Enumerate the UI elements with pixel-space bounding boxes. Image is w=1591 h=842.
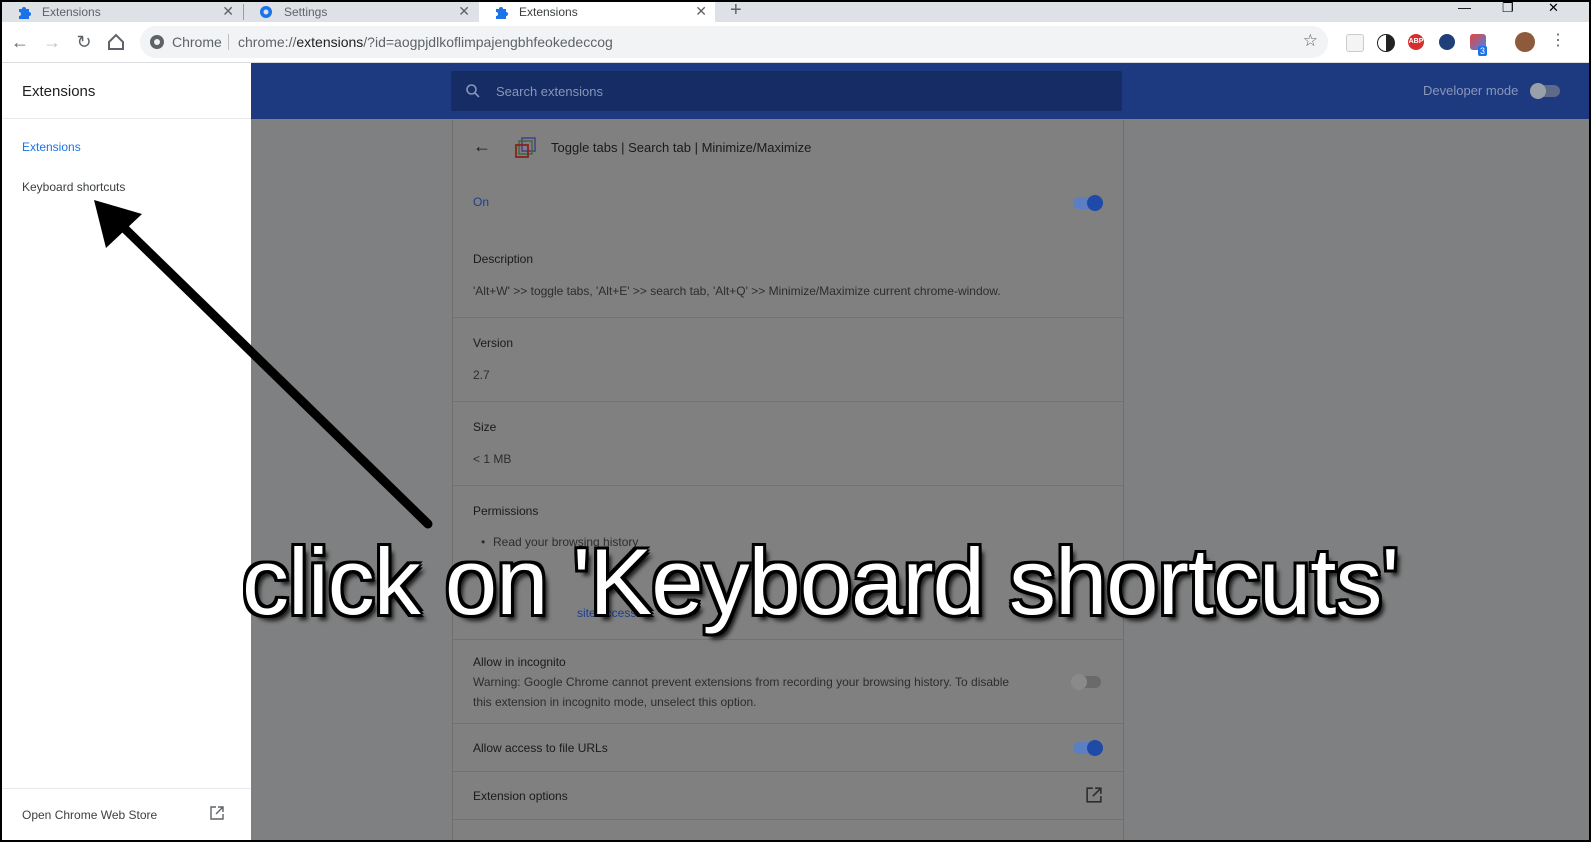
main-content: Search extensions Developer mode ← Toggl… xyxy=(251,63,1589,840)
extension-grid-icon[interactable] xyxy=(1346,34,1364,52)
browser-toolbar: ← → ↻ Chrome chrome://extensions/?id=aog… xyxy=(2,22,1589,63)
open-web-store-link[interactable]: Open Chrome Web Store xyxy=(22,808,157,822)
description-text: 'Alt+W' >> toggle tabs, 'Alt+E' >> searc… xyxy=(473,284,1001,298)
sidebar-title: Extensions xyxy=(22,83,96,100)
section-divider xyxy=(453,639,1123,640)
version-heading: Version xyxy=(473,336,514,350)
section-divider xyxy=(453,485,1123,486)
size-heading: Size xyxy=(473,420,497,434)
extension-c-icon[interactable] xyxy=(1439,34,1455,50)
enabled-label: On xyxy=(473,195,490,209)
tab-extensions-1[interactable]: Extensions ✕ xyxy=(2,2,242,22)
open-in-new-icon[interactable] xyxy=(1086,787,1102,803)
version-value: 2.7 xyxy=(473,368,490,382)
restore-icon[interactable]: ❐ xyxy=(1502,2,1514,16)
tab-label: Extensions xyxy=(42,5,101,19)
size-value: < 1 MB xyxy=(473,452,512,466)
chrome-site-icon xyxy=(150,35,164,49)
search-placeholder: Search extensions xyxy=(496,84,603,99)
menu-kebab-icon[interactable]: ⋮ xyxy=(1550,30,1566,50)
section-divider xyxy=(453,723,1123,724)
site-chip: Chrome xyxy=(172,34,222,50)
incognito-warning-line-2: this extension in incognito mode, unsele… xyxy=(473,695,757,709)
close-tab-icon[interactable]: ✕ xyxy=(222,3,234,20)
open-in-new-icon[interactable] xyxy=(210,806,224,820)
puzzle-icon xyxy=(19,7,31,19)
close-tab-icon[interactable]: ✕ xyxy=(695,3,707,20)
browser-window: Extensions ✕ Settings ✕ Extensions ✕ + —… xyxy=(0,0,1591,842)
extension-detail-card: ← Toggle tabs | Search tab | Minimize/Ma… xyxy=(452,120,1124,840)
tab-extensions-active[interactable]: Extensions ✕ xyxy=(479,2,715,22)
tab-strip: Extensions ✕ Settings ✕ Extensions ✕ + —… xyxy=(2,2,1589,22)
address-bar[interactable]: Chrome chrome://extensions/?id=aogpjdlko… xyxy=(140,26,1328,58)
window-close-icon[interactable]: ✕ xyxy=(1548,2,1559,16)
url-prefix: chrome:// xyxy=(238,34,297,50)
sidebar-divider xyxy=(2,118,251,119)
search-input[interactable]: Search extensions xyxy=(451,71,1122,111)
extension-enabled-toggle[interactable] xyxy=(1073,195,1103,211)
close-tab-icon[interactable]: ✕ xyxy=(458,3,470,20)
file-urls-toggle[interactable] xyxy=(1073,740,1103,756)
section-divider xyxy=(453,401,1123,402)
extensions-header: Search extensions Developer mode xyxy=(251,63,1589,119)
description-heading: Description xyxy=(473,252,534,266)
bookmark-star-icon[interactable]: ☆ xyxy=(1303,31,1318,51)
tab-label: Settings xyxy=(284,5,328,19)
reload-icon[interactable]: ↻ xyxy=(74,32,94,52)
puzzle-icon xyxy=(496,7,508,19)
extension-badge: 3 xyxy=(1478,46,1488,56)
sidebar-item-keyboard-shortcuts[interactable]: Keyboard shortcuts xyxy=(22,180,125,194)
file-urls-heading: Allow access to file URLs xyxy=(473,741,608,755)
tab-settings[interactable]: Settings ✕ xyxy=(244,2,478,22)
adblock-icon[interactable]: ABP xyxy=(1408,34,1424,50)
developer-mode-label: Developer mode xyxy=(1423,83,1519,98)
section-divider xyxy=(453,317,1123,318)
permissions-heading: Permissions xyxy=(473,504,539,518)
extension-name: Toggle tabs | Search tab | Minimize/Maxi… xyxy=(551,140,812,155)
incognito-toggle[interactable] xyxy=(1071,674,1101,690)
minimize-icon[interactable]: — xyxy=(1458,2,1471,15)
omnibox-divider xyxy=(228,34,229,50)
search-icon xyxy=(466,84,480,98)
sidebar-item-extensions[interactable]: Extensions xyxy=(22,140,81,154)
url-text: chrome://extensions/?id=aogpjdlkoflimpaj… xyxy=(238,34,613,50)
home-icon[interactable] xyxy=(106,32,126,52)
url-host: extensions xyxy=(296,34,364,50)
section-divider xyxy=(453,771,1123,772)
annotation-caption: click on 'Keyboard shortcuts' xyxy=(242,529,1399,634)
dark-mode-icon[interactable] xyxy=(1377,34,1395,52)
gear-icon xyxy=(260,6,272,18)
new-tab-icon[interactable]: + xyxy=(730,2,742,22)
extension-options-link[interactable]: Extension options xyxy=(473,789,568,803)
sidebar-divider xyxy=(2,788,251,789)
extension-logo-icon xyxy=(515,137,536,158)
sidebar: Extensions Extensions Keyboard shortcuts… xyxy=(2,63,252,840)
back-arrow-icon[interactable]: ← xyxy=(473,136,491,157)
incognito-heading: Allow in incognito xyxy=(473,655,566,669)
tab-label: Extensions xyxy=(519,5,578,19)
developer-mode-toggle[interactable] xyxy=(1530,83,1560,99)
section-divider xyxy=(453,819,1123,820)
forward-icon[interactable]: → xyxy=(42,32,62,52)
avatar[interactable] xyxy=(1515,32,1535,52)
url-rest: /?id=aogpjdlkoflimpajengbhfeokedeccog xyxy=(363,34,613,50)
incognito-warning-line-1: Warning: Google Chrome cannot prevent ex… xyxy=(473,675,1010,689)
back-icon[interactable]: ← xyxy=(10,32,30,52)
